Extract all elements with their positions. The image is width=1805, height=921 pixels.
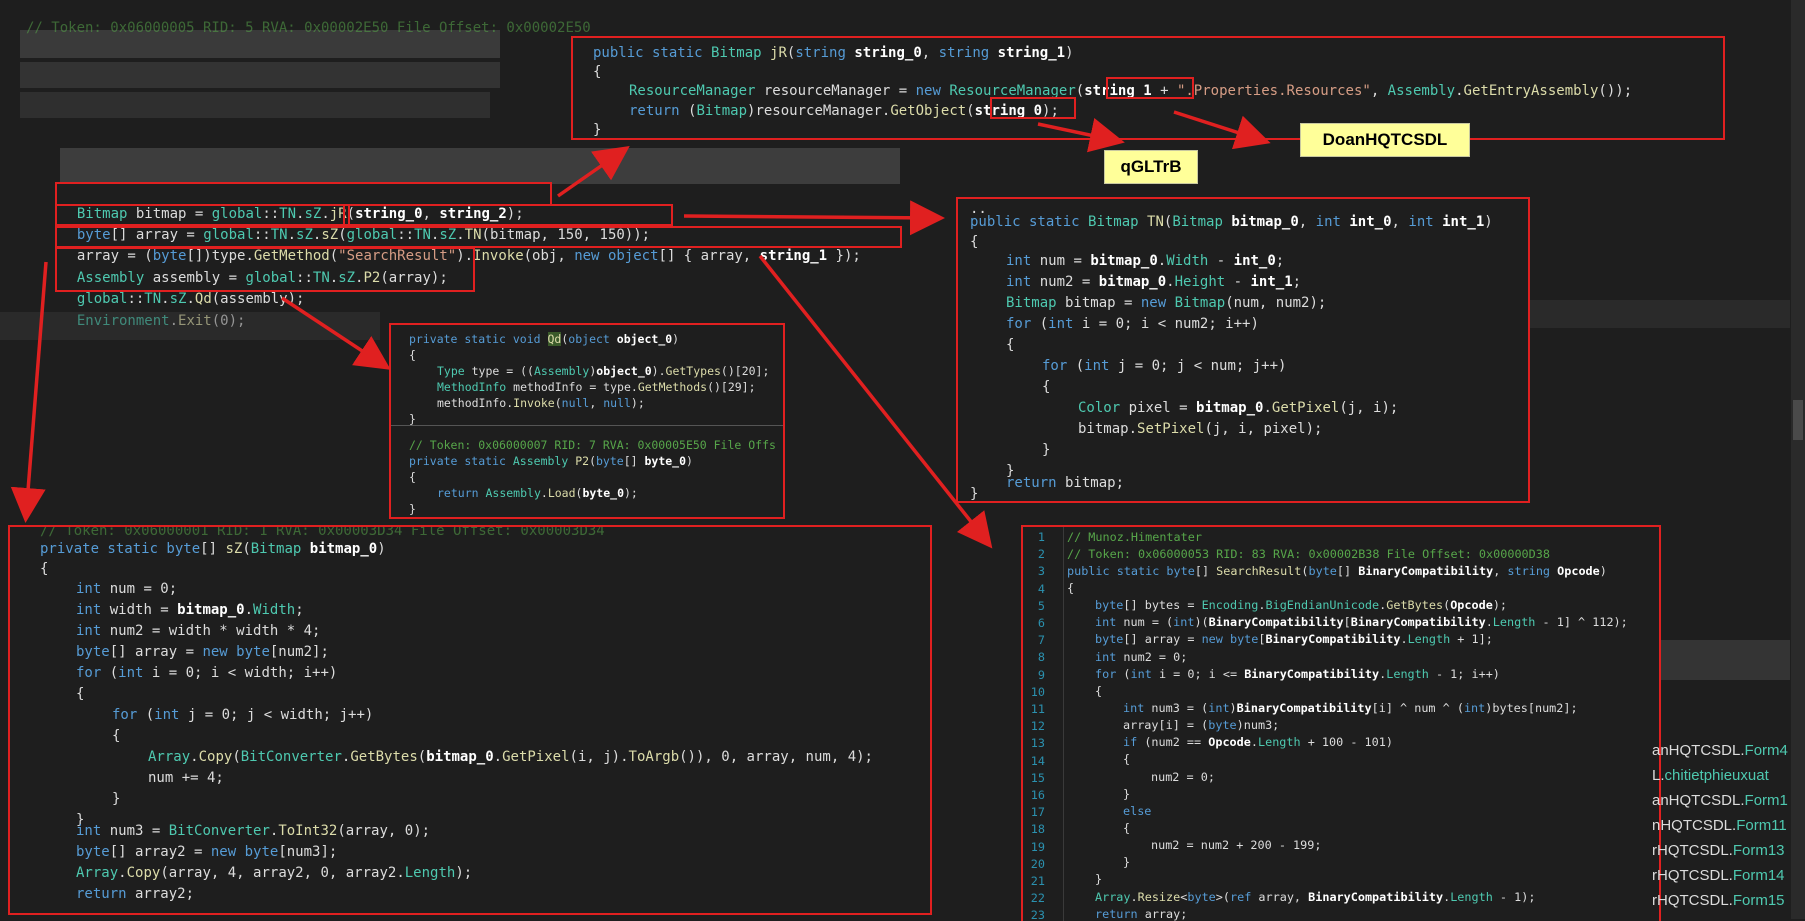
blurred-region <box>1520 300 1790 328</box>
highlight-box <box>55 182 552 206</box>
panel-tn-method: .. public static Bitmap TN(Bitmap bitmap… <box>956 197 1530 503</box>
panel-searchresult-method: 1234567891011121314151617181920212223242… <box>1021 525 1661 921</box>
line-number: 4 <box>1037 581 1045 596</box>
highlight-box <box>343 204 673 226</box>
label-object-name: qGLTrB <box>1104 150 1198 184</box>
line-number: 19 <box>1030 839 1045 854</box>
line-number: 18 <box>1030 822 1045 837</box>
tree-item[interactable]: rHQTCSDL.Form13 <box>1652 842 1785 859</box>
top-comment: // Token: 0x06000005 RID: 5 RVA: 0x00002… <box>26 20 591 36</box>
arrow <box>758 254 993 549</box>
blurred-region <box>20 62 500 88</box>
panel-qd-p2-methods: private static void Qd(object object_0) … <box>389 323 785 519</box>
line-number: 6 <box>1037 616 1045 630</box>
line-number: 5 <box>1037 598 1045 613</box>
line-number: 1 <box>1037 530 1045 544</box>
arrow <box>683 200 945 236</box>
tree-item[interactable]: rHQTCSDL.Form14 <box>1652 867 1785 884</box>
arrow <box>10 261 48 523</box>
line-number: 12 <box>1030 719 1045 734</box>
assembly-tree-list: anHQTCSDL.Form4 L.chitietphieuxuat anHQT… <box>1652 742 1792 919</box>
label-resource-name: DoanHQTCSDL <box>1300 123 1470 157</box>
line-number: 22 <box>1030 891 1045 906</box>
line-number: 13 <box>1030 736 1045 751</box>
tree-item[interactable]: L.chitietphieuxuat <box>1652 767 1769 784</box>
vertical-scrollbar[interactable] <box>1791 0 1805 919</box>
line-number: 11 <box>1030 702 1045 716</box>
line-number: 7 <box>1037 633 1045 648</box>
line-number: 2 <box>1037 547 1045 562</box>
line-number: 14 <box>1030 753 1045 768</box>
tree-item[interactable]: anHQTCSDL.Form1 <box>1652 792 1788 809</box>
panel-sz-method: // Token: 0x06000001 RID: 1 RVA: 0x00003… <box>8 525 932 915</box>
highlight-box <box>990 97 1076 119</box>
tree-item[interactable]: nHQTCSDL.Form11 <box>1652 817 1787 834</box>
line-number: 8 <box>1037 650 1045 665</box>
highlight-box <box>55 204 350 226</box>
highlight-box <box>55 247 475 292</box>
highlight-box <box>55 226 902 248</box>
blurred-region <box>20 92 490 118</box>
scrollbar-thumb[interactable] <box>1793 400 1803 440</box>
line-number: 3 <box>1037 564 1045 579</box>
code-line-exit[interactable]: Environment.Exit(0); <box>60 291 246 331</box>
line-number: 16 <box>1030 788 1045 802</box>
blurred-region <box>60 148 900 184</box>
tree-item[interactable]: anHQTCSDL.Form4 <box>1652 742 1788 759</box>
line-number: 21 <box>1030 874 1045 888</box>
line-number: 15 <box>1030 770 1045 785</box>
tree-item[interactable]: rHQTCSDL.Form15 <box>1652 892 1785 909</box>
line-number: 20 <box>1030 856 1045 871</box>
line-number: 17 <box>1030 805 1045 820</box>
line-number: 10 <box>1030 684 1045 699</box>
highlight-box <box>1106 77 1194 99</box>
line-number: 9 <box>1037 667 1045 682</box>
